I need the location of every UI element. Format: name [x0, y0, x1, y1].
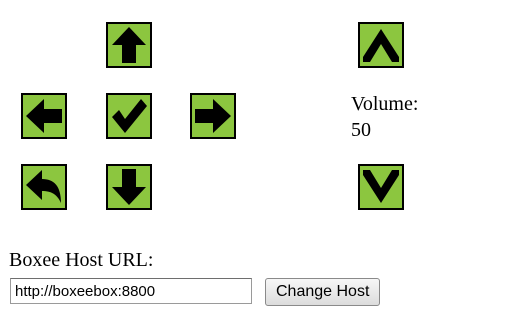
arrow-left-icon: [26, 99, 62, 133]
volume-display: Volume: 50: [351, 91, 418, 143]
back-button[interactable]: [21, 164, 67, 210]
volume-value: 50: [351, 119, 371, 141]
host-url-label: Boxee Host URL:: [9, 249, 154, 271]
chevron-up-icon: [363, 29, 399, 62]
up-button[interactable]: [106, 22, 152, 68]
back-arrow-icon: [26, 170, 61, 203]
volume-down-button[interactable]: [358, 164, 404, 210]
host-url-input[interactable]: [10, 278, 252, 304]
down-button[interactable]: [106, 164, 152, 210]
left-button[interactable]: [21, 93, 67, 139]
arrow-down-icon: [112, 169, 146, 205]
checkmark-icon: [112, 99, 147, 133]
volume-up-button[interactable]: [358, 22, 404, 68]
arrow-up-icon: [112, 27, 146, 63]
chevron-down-icon: [363, 170, 399, 203]
change-host-button[interactable]: Change Host: [265, 278, 381, 306]
arrow-right-icon: [195, 99, 231, 133]
select-button[interactable]: [106, 93, 152, 139]
right-button[interactable]: [190, 93, 236, 139]
volume-label: Volume:: [351, 93, 419, 115]
